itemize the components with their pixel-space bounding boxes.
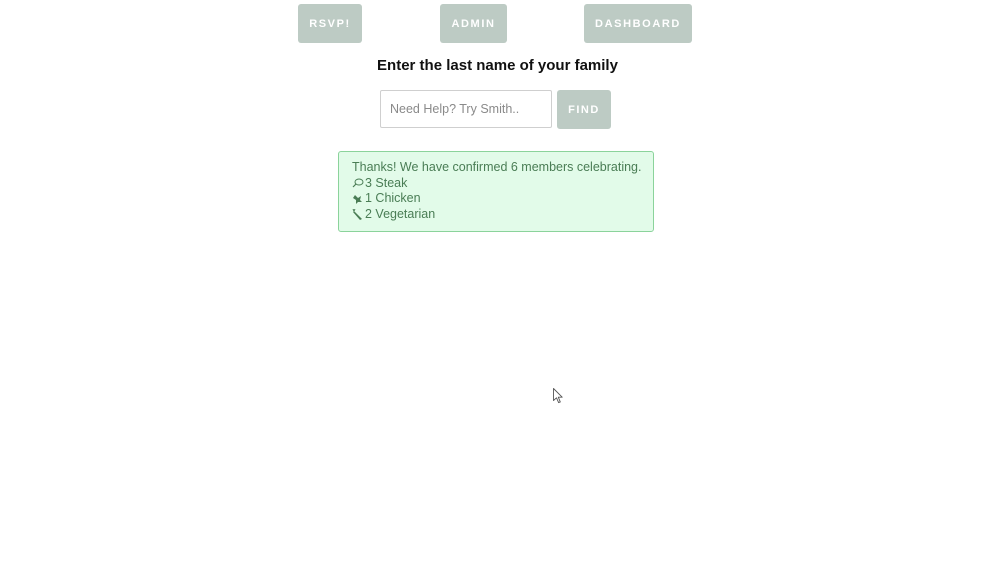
- family-name-input[interactable]: [380, 90, 552, 128]
- confirmation-message: Thanks! We have confirmed 6 members cele…: [352, 160, 642, 174]
- meal-label: 2 Vegetarian: [365, 206, 436, 221]
- page-title: Enter the last name of your family: [377, 57, 618, 74]
- meal-item-vegetarian: 2 Vegetarian: [352, 207, 653, 223]
- meal-label: 1 Chicken: [365, 191, 421, 206]
- meal-item-chicken: 1 Chicken: [352, 191, 653, 207]
- steak-icon: [352, 178, 364, 188]
- confirmation-alert: Thanks! We have confirmed 6 members cele…: [338, 151, 654, 232]
- find-button[interactable]: FIND: [557, 90, 611, 129]
- meal-label: 3 Steak: [365, 175, 408, 190]
- admin-button[interactable]: ADMIN: [440, 4, 507, 43]
- mouse-cursor-icon: [553, 388, 563, 404]
- meal-item-steak: 3 Steak: [352, 176, 653, 192]
- dashboard-button[interactable]: DASHBOARD: [584, 4, 692, 43]
- vegetarian-icon: [352, 208, 362, 220]
- rsvp-button[interactable]: RSVP!: [298, 4, 362, 43]
- chicken-icon: [353, 194, 362, 204]
